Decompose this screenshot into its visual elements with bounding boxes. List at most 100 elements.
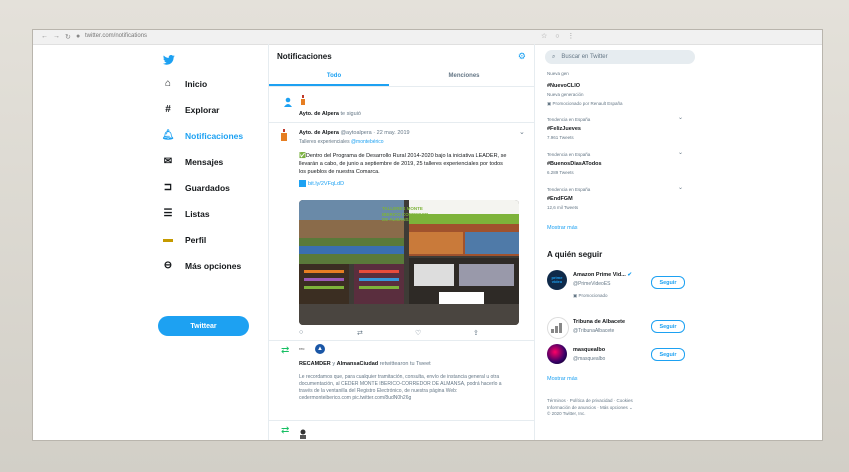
chevron-down-icon[interactable]: ⌄ xyxy=(519,128,525,136)
tweet-date[interactable]: · 22 may. 2019 xyxy=(373,130,409,136)
avatar[interactable] xyxy=(299,426,307,439)
tweet-body: Dentro del Programa de Desarrollo Rural … xyxy=(299,153,507,175)
like-icon[interactable]: ♡ xyxy=(415,329,421,337)
show-more-follow-link[interactable]: Mostrar más xyxy=(547,376,578,382)
nav-guardados[interactable]: ⊐ Guardados xyxy=(161,182,230,193)
avatar[interactable]: ▲ xyxy=(315,344,325,354)
search-placeholder[interactable]: Buscar en Twitter xyxy=(561,54,607,60)
trend-name[interactable]: #EndFGM xyxy=(547,196,573,202)
suggestion-handle: @TribunaAlbacete xyxy=(573,328,615,334)
tweet-link-text[interactable]: bit.ly/2VFqLdD xyxy=(308,181,344,187)
retweet-notification-icon: ⇄ xyxy=(281,345,290,356)
context-link[interactable]: @montebérico xyxy=(351,139,384,145)
retweet-notification[interactable]: RECAMDER y AlmansaCiudad retwittearon tu… xyxy=(299,361,431,367)
footer-line-3: © 2020 Twitter, Inc. xyxy=(547,411,586,416)
home-icon: ⌂ xyxy=(164,78,172,89)
nav-perfil-label: Perfil xyxy=(185,234,207,245)
context-prefix: Talleres experienciales xyxy=(299,139,350,145)
nav-listas[interactable]: ☰ Listas xyxy=(161,208,210,219)
follow-notification[interactable]: Ayto. de Alpera te siguió xyxy=(299,111,361,117)
hashtag-icon: # xyxy=(165,104,171,115)
nav-notificaciones-label: Notificaciones xyxy=(185,130,244,141)
suggestion-handle: @masquealbo xyxy=(573,356,606,362)
follow-button[interactable]: Seguir xyxy=(651,348,685,361)
avatar[interactable] xyxy=(547,344,567,364)
tweet-handle: @aytoalpera xyxy=(340,130,372,136)
tab-menciones[interactable]: Menciones xyxy=(399,73,529,79)
retweet-conj: y xyxy=(332,361,336,367)
avatar[interactable]: rec xyxy=(299,346,305,351)
follow-text: te siguió xyxy=(340,111,361,117)
tab-todo[interactable]: Todo xyxy=(269,73,399,79)
trend-name[interactable]: #BuenosDiasATodos xyxy=(547,161,602,167)
tweet-button[interactable]: Twittear xyxy=(158,316,249,336)
follow-name[interactable]: Ayto. de Alpera xyxy=(299,111,339,117)
active-tab-indicator xyxy=(269,84,389,86)
suggestion-name[interactable]: Tribuna de Albacete xyxy=(573,319,625,325)
avatar[interactable] xyxy=(547,317,569,339)
nav-mensajes-label: Mensajes xyxy=(185,156,224,167)
follow-button[interactable]: Seguir xyxy=(651,320,685,333)
retweet-notification-icon: ⇄ xyxy=(281,425,290,436)
twitter-logo-icon[interactable] xyxy=(163,52,175,70)
promoted-label: ▣ Promocionado xyxy=(573,293,608,299)
settings-gear-icon[interactable]: ⚙ xyxy=(518,51,526,62)
trend-count: 7.961 Tweets xyxy=(547,135,574,140)
follow-button[interactable]: Seguir xyxy=(651,276,685,289)
reload-icon[interactable]: ↻ xyxy=(65,33,71,41)
retweet-icon[interactable]: ⇄ xyxy=(357,329,363,337)
quoted-text: Le recordamos que, para cualquier tramit… xyxy=(299,374,502,401)
divider xyxy=(269,340,534,341)
trend-name[interactable]: #NuevoCLIO xyxy=(547,83,580,89)
tweet-link[interactable]: bit.ly/2VFqLdD xyxy=(299,180,344,187)
tweet-text: ✅Dentro del Programa de Desarrollo Rural… xyxy=(299,152,511,176)
chevron-down-icon[interactable]: ⌄ xyxy=(678,114,683,121)
retweet-user-1[interactable]: RECAMDER xyxy=(299,361,331,367)
browser-url-bar[interactable]: ← → ↻ ● twitter.com/notifications ☆ ○ ⋮ xyxy=(33,30,822,45)
browser-screen: ← → ↻ ● twitter.com/notifications ☆ ○ ⋮ … xyxy=(33,30,822,440)
share-icon[interactable]: ⇪ xyxy=(473,329,479,337)
nav-listas-label: Listas xyxy=(185,208,210,219)
chevron-down-icon[interactable]: ⌄ xyxy=(678,184,683,191)
footer-line-2[interactable]: Información de anuncios · Más opciones ⌄ xyxy=(547,405,633,410)
suggestion-handle: @PrimeVideoES xyxy=(573,281,611,287)
forward-icon[interactable]: → xyxy=(53,33,60,40)
retweet-text: retwittearon tu Tweet xyxy=(379,361,431,367)
person-icon xyxy=(283,94,293,112)
bell-icon: 🔔︎ xyxy=(161,130,175,141)
nav-mensajes[interactable]: ✉ Mensajes xyxy=(161,156,223,167)
window-controls[interactable]: ☆ ○ ⋮ xyxy=(541,32,691,40)
nav-inicio[interactable]: ⌂ Inicio xyxy=(161,78,207,89)
search-bar[interactable]: ⌕ Buscar en Twitter xyxy=(545,50,695,64)
suggestion-name[interactable]: Amazon Prime Vid... ✔ xyxy=(573,272,651,278)
nav-perfil[interactable]: ▬ Perfil xyxy=(161,234,206,245)
divider xyxy=(269,420,534,421)
reply-icon[interactable]: ○ xyxy=(299,329,303,336)
link-arrow-icon xyxy=(299,180,306,187)
footer-line-1[interactable]: Términos · Política de privacidad · Cook… xyxy=(547,398,633,403)
trend-name[interactable]: #FelizJueves xyxy=(547,126,581,132)
trend-context: Nueva gen xyxy=(547,71,569,76)
chevron-down-icon[interactable]: ⌄ xyxy=(678,149,683,156)
tweet-author[interactable]: Ayto. de Alpera xyxy=(299,130,339,136)
nav-explorar[interactable]: # Explorar xyxy=(161,104,219,115)
profile-avatar-icon: ▬ xyxy=(163,234,173,245)
suggestion-name[interactable]: masquealbo xyxy=(573,347,605,353)
back-icon[interactable]: ← xyxy=(41,33,48,40)
show-more-trends-link[interactable]: Mostrar más xyxy=(547,225,578,231)
retweet-user-2[interactable]: AlmansaCiudad xyxy=(337,361,379,367)
nav-mas-opciones[interactable]: ⊖ Más opciones xyxy=(161,260,241,271)
promoted-text: Promocionado xyxy=(578,293,608,298)
envelope-icon: ✉ xyxy=(163,156,173,167)
quoted-tweet-text[interactable]: Le recordamos que, para cualquier tramit… xyxy=(299,374,509,402)
url-text[interactable]: twitter.com/notifications xyxy=(85,33,147,39)
footer-links[interactable]: Términos · Política de privacidad · Cook… xyxy=(547,398,662,418)
suggestion-name-text[interactable]: Amazon Prime Vid... xyxy=(573,272,626,278)
more-options-icon: ⊖ xyxy=(163,260,173,271)
avatar[interactable]: prime video xyxy=(547,270,567,290)
avatar[interactable] xyxy=(299,92,307,105)
avatar[interactable] xyxy=(279,128,289,146)
nav-notificaciones[interactable]: 🔔︎ Notificaciones xyxy=(161,130,243,141)
notifications-column: Notificaciones ⚙ Todo Menciones Ayto. de… xyxy=(268,44,535,440)
trend-count: 6.289 Tweets xyxy=(547,170,574,175)
